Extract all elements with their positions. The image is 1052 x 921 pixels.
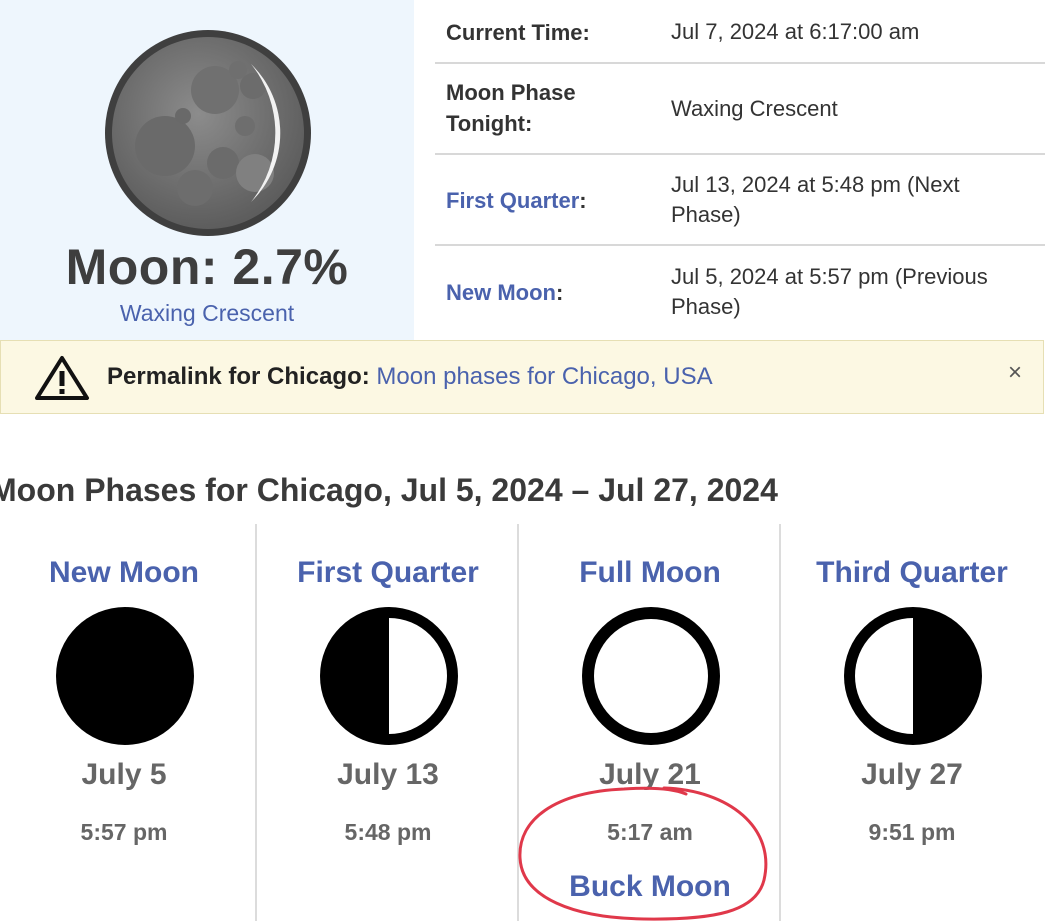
moon-illumination-percent: Moon: 2.7% bbox=[65, 239, 349, 295]
phase-card-third-quarter: Third Quarter July 27 9:51 pm bbox=[779, 524, 1043, 921]
phase-card-first-quarter: First Quarter July 13 5:48 pm bbox=[255, 524, 519, 921]
phase-time: 5:48 pm bbox=[344, 819, 432, 845]
moon-phase-link[interactable]: Waxing Crescent bbox=[0, 300, 414, 327]
permalink-label: Permalink for Chicago: bbox=[107, 363, 370, 390]
close-icon[interactable]: × bbox=[1008, 359, 1022, 387]
permalink-link[interactable]: Moon phases for Chicago, USA bbox=[376, 363, 712, 390]
section-title: Moon Phases for Chicago, Jul 5, 2024 – J… bbox=[0, 472, 778, 508]
full-moon-icon bbox=[582, 607, 720, 745]
new-moon-link[interactable]: New Moon bbox=[446, 280, 556, 305]
info-row-current-time: Current Time: Jul 7, 2024 at 6:17:00 am bbox=[435, 0, 1045, 64]
label-colon: : bbox=[556, 280, 564, 305]
moon-crescent-image bbox=[105, 30, 311, 236]
third-quarter-icon bbox=[844, 607, 982, 745]
new-moon-icon bbox=[56, 607, 194, 745]
phase-name[interactable]: First Quarter bbox=[257, 556, 519, 590]
phase-time: 5:57 pm bbox=[80, 819, 168, 845]
warning-icon bbox=[35, 356, 89, 400]
previous-phase-label: New Moon: bbox=[446, 277, 563, 308]
permalink-alert: Permalink for Chicago: Moon phases for C… bbox=[0, 340, 1044, 414]
previous-phase-value: Jul 5, 2024 at 5:57 pm (Previous Phase) bbox=[671, 264, 988, 319]
phase-date: July 13 bbox=[337, 758, 439, 791]
first-quarter-icon bbox=[320, 607, 458, 745]
current-time-value: Jul 7, 2024 at 6:17:00 am bbox=[671, 19, 920, 44]
phase-time: 5:17 am bbox=[607, 819, 693, 845]
label-colon: : bbox=[579, 188, 587, 213]
next-phase-value: Jul 13, 2024 at 5:48 pm (Next Phase) bbox=[671, 172, 960, 227]
phase-name[interactable]: Third Quarter bbox=[781, 556, 1043, 590]
phase-tonight-link[interactable]: Waxing Crescent bbox=[671, 94, 1041, 124]
permalink-text: Permalink for Chicago: Moon phases for C… bbox=[107, 363, 713, 391]
moon-summary-panel: Moon: 2.7% Waxing Crescent bbox=[0, 0, 414, 340]
info-row-previous-phase: New Moon: Jul 5, 2024 at 5:57 pm (Previo… bbox=[435, 246, 1045, 338]
first-quarter-link[interactable]: First Quarter bbox=[446, 188, 579, 213]
phase-name[interactable]: New Moon bbox=[0, 556, 255, 590]
phase-card-new-moon: New Moon July 5 5:57 pm bbox=[0, 524, 255, 921]
phase-card-full-moon: Full Moon July 21 5:17 am Buck Moon bbox=[517, 524, 781, 921]
next-phase-label: First Quarter: bbox=[446, 185, 587, 216]
phase-tonight-label: Moon Phase Tonight: bbox=[446, 80, 576, 136]
phase-date: July 21 bbox=[599, 758, 701, 791]
info-row-next-phase: First Quarter: Jul 13, 2024 at 5:48 pm (… bbox=[435, 155, 1045, 246]
moon-nickname-link[interactable]: Buck Moon bbox=[519, 870, 781, 904]
info-row-phase-tonight: Moon Phase Tonight: Waxing Crescent bbox=[435, 64, 1045, 155]
phase-date: July 27 bbox=[861, 758, 963, 791]
phase-name[interactable]: Full Moon bbox=[519, 556, 781, 590]
current-time-label: Current Time: bbox=[446, 20, 590, 45]
phase-date: July 5 bbox=[81, 758, 167, 791]
phase-time: 9:51 pm bbox=[868, 819, 956, 845]
